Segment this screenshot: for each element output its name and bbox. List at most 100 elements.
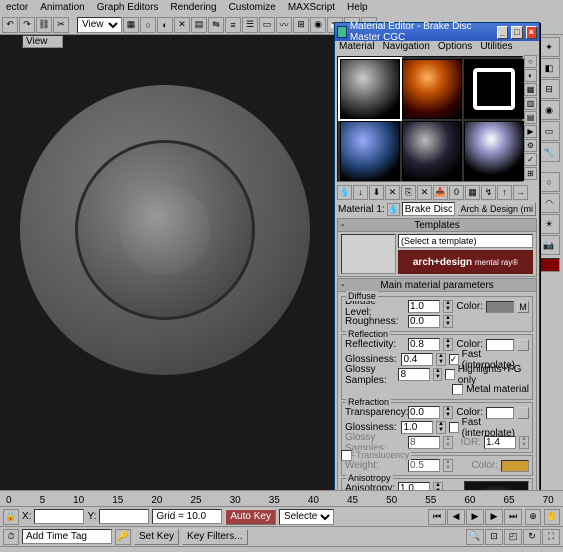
spinner-buttons[interactable]: ▲▼: [443, 338, 453, 351]
shapes-icon[interactable]: ◠: [538, 193, 560, 213]
layers-icon[interactable]: ☰: [242, 17, 258, 33]
reflectivity-spinner[interactable]: [408, 338, 440, 351]
go-forward-icon[interactable]: →: [513, 185, 528, 200]
link-icon[interactable]: ⛓: [36, 17, 52, 33]
menu-item[interactable]: Animation: [40, 2, 84, 13]
hierarchy-tab-icon[interactable]: ⊟: [538, 79, 560, 99]
viewport-label-dropdown[interactable]: View: [22, 35, 63, 48]
spinner-buttons[interactable]: ▲▼: [436, 421, 445, 434]
templates-rollout-header[interactable]: - Templates: [338, 219, 536, 232]
background-icon[interactable]: ▦: [524, 83, 537, 96]
ior-spinner[interactable]: [484, 436, 516, 449]
material-id-icon[interactable]: 0: [449, 185, 464, 200]
nav-tool-icon[interactable]: ↻: [523, 529, 541, 545]
material-slot-6[interactable]: [464, 121, 524, 181]
transparency-spinner[interactable]: [408, 406, 440, 419]
select-by-material-icon[interactable]: ✓: [524, 153, 537, 166]
motion-tab-icon[interactable]: ◉: [538, 100, 560, 120]
spinner-buttons[interactable]: ▲▼: [519, 436, 529, 449]
reset-map-icon[interactable]: ✕: [385, 185, 400, 200]
lights-icon[interactable]: ☀: [538, 214, 560, 234]
nav-tool-icon[interactable]: ⊕: [525, 509, 541, 525]
menu-item[interactable]: Navigation: [383, 41, 430, 55]
refr-fast-checkbox[interactable]: [449, 422, 459, 433]
go-to-parent-icon[interactable]: ↑: [497, 185, 512, 200]
menu-item[interactable]: Customize: [229, 2, 276, 13]
material-editor-icon[interactable]: ◉: [310, 17, 326, 33]
options-icon[interactable]: ⚙: [524, 139, 537, 152]
schematic-icon[interactable]: ⊞: [293, 17, 309, 33]
mirror-icon[interactable]: ⇋: [208, 17, 224, 33]
material-editor-titlebar[interactable]: Material Editor - Brake Disc Master CGC …: [335, 23, 539, 41]
highlights-fg-checkbox[interactable]: [445, 369, 455, 380]
tool-icon[interactable]: ▭: [259, 17, 275, 33]
spinner-buttons[interactable]: ▲▼: [443, 300, 453, 313]
video-color-icon[interactable]: ▤: [524, 111, 537, 124]
show-end-result-icon[interactable]: ↯: [481, 185, 496, 200]
template-preview-swatch[interactable]: [341, 234, 396, 274]
tool-icon[interactable]: ○: [140, 17, 156, 33]
diffuse-map-slot[interactable]: M: [517, 301, 529, 313]
tool-icon[interactable]: ✕: [174, 17, 190, 33]
material-slot-4[interactable]: [340, 121, 400, 181]
tool-icon[interactable]: ◐: [157, 17, 173, 33]
spinner-buttons[interactable]: ▲▼: [443, 406, 453, 419]
sample-type-icon[interactable]: ○: [524, 55, 537, 68]
auto-key-button[interactable]: Auto Key: [225, 509, 276, 525]
diffuse-level-spinner[interactable]: [408, 300, 440, 313]
menu-item[interactable]: Options: [438, 41, 472, 55]
set-key-button[interactable]: Set Key: [134, 529, 179, 545]
cameras-icon[interactable]: 📷: [538, 235, 560, 255]
align-icon[interactable]: ≡: [225, 17, 241, 33]
make-unique-icon[interactable]: ✕: [417, 185, 432, 200]
roughness-spinner[interactable]: [408, 315, 440, 328]
refr-gloss-spinner[interactable]: [401, 421, 433, 434]
curve-editor-icon[interactable]: 〰: [276, 17, 292, 33]
menu-item[interactable]: MAXScript: [288, 2, 335, 13]
lock-selection-icon[interactable]: 🔒: [3, 509, 19, 525]
key-filters-button[interactable]: Key Filters...: [182, 529, 248, 545]
translucency-enable-checkbox[interactable]: [341, 450, 352, 461]
viewport-mode-select[interactable]: View: [77, 17, 122, 33]
key-mode-select[interactable]: Selected: [279, 509, 334, 525]
x-coord-field[interactable]: [34, 509, 84, 524]
object-color-swatch[interactable]: [538, 258, 560, 272]
menu-item[interactable]: Rendering: [170, 2, 216, 13]
add-time-tag-field[interactable]: Add Time Tag: [22, 529, 112, 544]
material-slot-5[interactable]: [402, 121, 462, 181]
minimize-icon[interactable]: _: [497, 26, 508, 39]
diffuse-color-swatch[interactable]: [486, 301, 514, 313]
nav-tool-icon[interactable]: ⛶: [542, 529, 560, 545]
spinner-buttons[interactable]: ▲▼: [433, 368, 442, 381]
tool-icon[interactable]: ▤: [191, 17, 207, 33]
slots-layout-icon[interactable]: ⊞: [524, 167, 537, 180]
next-frame-icon[interactable]: ▶: [485, 509, 503, 525]
y-coord-field[interactable]: [99, 509, 149, 524]
spinner-buttons[interactable]: ▲▼: [443, 315, 453, 328]
goto-end-icon[interactable]: ⏭: [504, 509, 522, 525]
pick-material-icon[interactable]: 💧: [387, 203, 400, 216]
unlink-icon[interactable]: ✂: [53, 17, 69, 33]
key-mode-icon[interactable]: 🔑: [115, 529, 131, 545]
nav-tool-icon[interactable]: 🔍: [466, 529, 484, 545]
template-select[interactable]: (Select a template): [398, 234, 533, 248]
close-icon[interactable]: ×: [526, 26, 537, 39]
display-tab-icon[interactable]: ▭: [538, 121, 560, 141]
metal-material-checkbox[interactable]: [452, 384, 463, 395]
time-ruler[interactable]: 0510152025303540455055606570758085909510…: [0, 491, 563, 507]
material-slot-3[interactable]: [464, 59, 524, 119]
nav-tool-icon[interactable]: ◰: [504, 529, 522, 545]
sample-uv-icon[interactable]: ▥: [524, 97, 537, 110]
redo-icon[interactable]: ↷: [19, 17, 35, 33]
goto-start-icon[interactable]: ⏮: [428, 509, 446, 525]
menu-item[interactable]: Utilities: [480, 41, 512, 55]
glossy-samples-spinner[interactable]: [398, 368, 430, 381]
create-tab-icon[interactable]: ✦: [538, 37, 560, 57]
put-to-scene-icon[interactable]: ↓: [353, 185, 368, 200]
modify-tab-icon[interactable]: ◧: [538, 58, 560, 78]
geometry-icon[interactable]: ○: [538, 172, 560, 192]
viewport[interactable]: View: [0, 35, 335, 490]
refl-gloss-spinner[interactable]: [401, 353, 433, 366]
undo-icon[interactable]: ↶: [2, 17, 18, 33]
assign-to-selection-icon[interactable]: ⬇: [369, 185, 384, 200]
